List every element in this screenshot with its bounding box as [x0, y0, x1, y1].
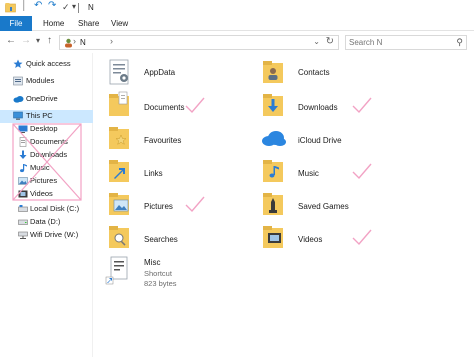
title-bar: ⏐ ↶ ↷ ✓ ▾ N — [0, 0, 474, 16]
list-item-contacts[interactable]: Contacts — [258, 57, 438, 89]
pictures-folder-icon — [104, 189, 134, 219]
sidebar-item-modules[interactable]: Modules — [0, 75, 93, 88]
sidebar-item-label: OneDrive — [26, 94, 58, 103]
videos-folder-icon — [258, 222, 288, 252]
item-name: Misc — [144, 258, 161, 267]
sidebar-item-data-drive[interactable]: Data (D:) — [0, 216, 93, 229]
contacts-folder-icon — [258, 57, 288, 87]
sidebar-item-local-disk[interactable]: Local Disk (C:) — [0, 203, 93, 216]
item-name: Documents — [144, 103, 185, 112]
sidebar-item-wifi-drive[interactable]: Wifi Drive (W:) — [0, 229, 93, 242]
up-arrow-icon[interactable]: ↑ — [47, 35, 52, 46]
sidebar-item-label: Local Disk (C:) — [30, 204, 80, 213]
star-icon — [13, 59, 23, 69]
recent-dropdown-icon[interactable]: ▾ — [36, 36, 40, 45]
list-item-downloads[interactable]: Downloads — [258, 90, 438, 122]
settings-folder-icon — [104, 57, 134, 87]
searches-folder-icon — [104, 222, 134, 252]
annotation-check-icon — [352, 229, 372, 246]
shortcut-file-icon — [104, 255, 134, 285]
address-dropdown-icon[interactable]: ⌄ — [313, 37, 320, 46]
sidebar-item-this-pc[interactable]: This PC — [0, 110, 93, 123]
list-item-videos[interactable]: Videos — [258, 222, 438, 254]
breadcrumb[interactable]: N — [80, 38, 86, 47]
list-item-saved-games[interactable]: Saved Games — [258, 189, 438, 221]
list-item-searches[interactable]: Searches — [104, 222, 284, 254]
tab-share[interactable]: Share — [78, 16, 99, 31]
ribbon: File Home Share View — [0, 16, 474, 31]
computer-icon — [13, 111, 23, 121]
item-name: Saved Games — [298, 202, 349, 211]
list-item-icloud-drive[interactable]: iCloud Drive — [258, 123, 438, 155]
drive-icon — [18, 204, 28, 214]
item-name: Searches — [144, 235, 178, 244]
list-item-music[interactable]: Music — [258, 156, 438, 188]
folder-icon[interactable] — [5, 2, 16, 16]
saved-games-folder-icon — [258, 189, 288, 219]
item-name: iCloud Drive — [298, 136, 342, 145]
downloads-folder-icon — [258, 90, 288, 120]
pin-icon[interactable]: ⏐ — [21, 1, 27, 12]
breadcrumb-separator: › — [73, 36, 76, 46]
back-arrow-icon[interactable]: ← — [6, 35, 16, 46]
list-item-links[interactable]: Links — [104, 156, 284, 188]
window-title: N — [88, 3, 94, 12]
refresh-icon[interactable]: ↻ — [326, 36, 334, 47]
list-item-misc[interactable]: Misc Shortcut 823 bytes — [104, 255, 284, 295]
item-size: 823 bytes — [144, 279, 177, 288]
item-name: Favourites — [144, 136, 182, 145]
item-name: Music — [298, 169, 319, 178]
list-item-appdata[interactable]: AppData — [104, 57, 284, 89]
navigation-pane: Quick access Modules OneDrive This PC De… — [0, 53, 93, 357]
music-folder-icon — [258, 156, 288, 186]
title-separator — [78, 3, 79, 13]
redo-icon[interactable]: ↷ — [48, 0, 56, 11]
search-input[interactable] — [349, 37, 449, 48]
sidebar-item-label: Data (D:) — [30, 217, 61, 226]
tab-file[interactable]: File — [0, 16, 32, 31]
drive-icon — [18, 217, 28, 227]
annotation-check-icon — [185, 196, 205, 213]
sidebar-item-quick-access[interactable]: Quick access — [0, 58, 93, 71]
documents-folder-icon — [104, 90, 134, 120]
item-name: Videos — [298, 235, 323, 244]
cloud-icon — [13, 94, 24, 104]
sidebar-item-label: Wifi Drive (W:) — [30, 230, 79, 239]
check-icon[interactable]: ✓ — [62, 2, 70, 13]
item-name: Pictures — [144, 202, 173, 211]
list-item-favourites[interactable]: Favourites — [104, 123, 284, 155]
tab-view[interactable]: View — [111, 16, 128, 31]
search-box[interactable]: ⚲ — [345, 35, 467, 50]
file-list: AppData Documents Favourites Links Pictu… — [96, 53, 474, 357]
sidebar-item-label: Modules — [26, 76, 55, 85]
annotation-check-icon — [352, 97, 372, 114]
search-icon: ⚲ — [456, 37, 463, 47]
item-type: Shortcut — [144, 269, 172, 278]
customize-dropdown-icon[interactable]: ▾ — [72, 2, 76, 11]
annotation-check-icon — [185, 97, 205, 114]
network-drive-icon — [18, 230, 28, 240]
undo-icon[interactable]: ↶ — [34, 0, 42, 11]
icloud-icon — [258, 123, 288, 153]
links-folder-icon — [104, 156, 134, 186]
favourites-folder-icon — [104, 123, 134, 153]
forward-arrow-icon[interactable]: → — [21, 35, 31, 46]
sidebar-item-onedrive[interactable]: OneDrive — [0, 93, 93, 106]
sidebar-item-label: Quick access — [26, 59, 71, 68]
breadcrumb-chevron[interactable]: › — [110, 36, 113, 46]
annotation-check-icon — [352, 163, 372, 180]
item-name: Downloads — [298, 103, 338, 112]
library-icon — [13, 76, 23, 86]
sidebar-item-label: This PC — [26, 111, 53, 120]
item-name: Links — [144, 169, 163, 178]
item-name: AppData — [144, 68, 176, 77]
user-folder-icon — [64, 38, 73, 48]
address-bar[interactable]: › N › ⌄ ↻ — [59, 35, 339, 50]
tab-home[interactable]: Home — [43, 16, 64, 31]
item-name: Contacts — [298, 68, 330, 77]
annotation-cross-mark — [12, 123, 82, 201]
